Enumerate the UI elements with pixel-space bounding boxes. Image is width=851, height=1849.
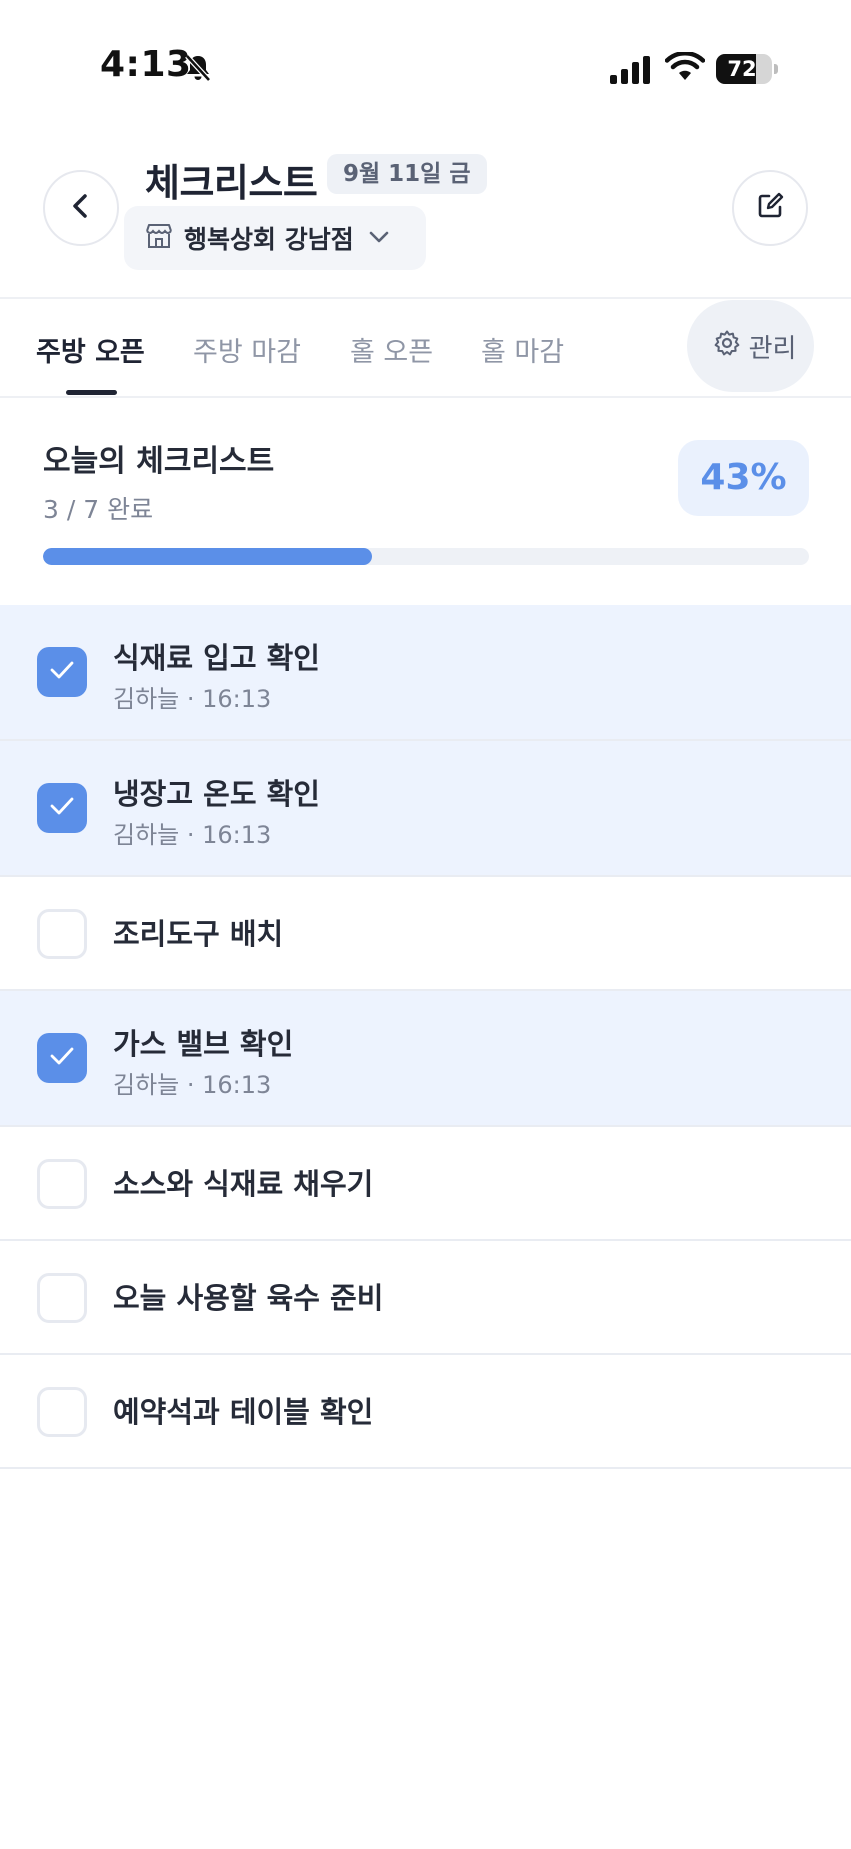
checkbox-unchecked[interactable] [37,909,87,959]
tab-kitchen-close[interactable]: 주방 마감 [193,330,301,369]
progress-summary: 오늘의 체크리스트 3 / 7 완료 43% [0,398,851,604]
item-completed-by: 김하늘 · 16:13 [113,685,272,713]
checklist-item[interactable]: 냉장고 온도 확인김하늘 · 16:13 [0,741,851,877]
summary-title: 오늘의 체크리스트 [43,444,275,479]
checklist-item[interactable]: 식재료 입고 확인김하늘 · 16:13 [0,605,851,741]
checklist-item[interactable]: 소스와 식재료 채우기 [0,1127,851,1241]
status-bar: 4:13 72 [0,0,851,110]
checkbox-unchecked[interactable] [37,1159,87,1209]
item-label: 예약석과 테이블 확인 [113,1395,374,1429]
store-name: 행복상회 강남점 [184,225,354,254]
battery-icon: 72 [716,54,778,84]
checkmark-icon [49,659,75,685]
progress-bar [43,548,809,565]
completion-count: 3 / 7 완료 [43,495,154,524]
battery-level-text: 72 [727,57,757,81]
checkbox-checked[interactable] [37,783,87,833]
item-label: 조리도구 배치 [113,917,284,951]
tab-hall-open[interactable]: 홀 오픈 [350,330,433,369]
manage-label: 관리 [748,333,797,364]
item-label: 가스 밸브 확인 [113,1027,294,1061]
date-badge: 9월 11일 금 [327,154,487,194]
checklist-item[interactable]: 오늘 사용할 육수 준비 [0,1241,851,1355]
tab-kitchen-open[interactable]: 주방 오픈 [36,330,145,369]
tab-bar: 주방 오픈 주방 마감 홀 오픈 홀 마감 관리 [0,300,851,396]
checkmark-icon [49,1045,75,1071]
item-label: 식재료 입고 확인 [113,641,320,675]
header: 체크리스트 9월 11일 금 행복상회 강남점 [0,140,851,298]
header-divider [0,297,851,299]
item-label: 냉장고 온도 확인 [113,777,320,811]
item-completed-by: 김하늘 · 16:13 [113,821,272,849]
gear-icon [713,329,741,364]
checkbox-checked[interactable] [37,1033,87,1083]
item-label: 소스와 식재료 채우기 [113,1167,374,1201]
edit-note-icon [754,190,786,226]
bell-muted-icon [182,52,214,84]
manage-button[interactable]: 관리 [687,300,814,392]
store-icon [144,222,174,254]
checklist-item[interactable]: 가스 밸브 확인김하늘 · 16:13 [0,991,851,1127]
progress-bar-fill [43,548,373,565]
item-label: 오늘 사용할 육수 준비 [113,1281,384,1315]
cellular-signal-icon [610,56,652,84]
back-button[interactable] [43,170,119,246]
chevron-down-icon [368,229,390,248]
checklist: 식재료 입고 확인 김하늘 · 16:13 냉장고 온도 확인 김하늘 · 16:13… [0,605,851,1469]
checklist-screen: 4:13 72 체크리스트 9월 11일 금 행복상회 강남점 주방 오픈 주방… [0,0,851,1849]
edit-button[interactable] [732,170,808,246]
checklist-item[interactable]: 예약석과 테이블 확인 [0,1355,851,1469]
checkbox-unchecked[interactable] [37,1273,87,1323]
status-time: 4:13 [100,44,192,85]
store-selector[interactable]: 행복상회 강남점 [124,206,426,270]
page-title: 체크리스트 [145,161,318,205]
tab-hall-close[interactable]: 홀 마감 [481,330,564,369]
checkbox-unchecked[interactable] [37,1387,87,1437]
checklist-item[interactable]: 조리도구 배치 [0,877,851,991]
wifi-icon [664,51,706,84]
checkbox-checked[interactable] [37,647,87,697]
item-completed-by: 김하늘 · 16:13 [113,1071,272,1099]
active-tab-indicator [66,390,117,395]
chevron-left-icon [66,191,96,225]
percent-badge: 43% [678,440,809,516]
checkmark-icon [49,795,75,821]
